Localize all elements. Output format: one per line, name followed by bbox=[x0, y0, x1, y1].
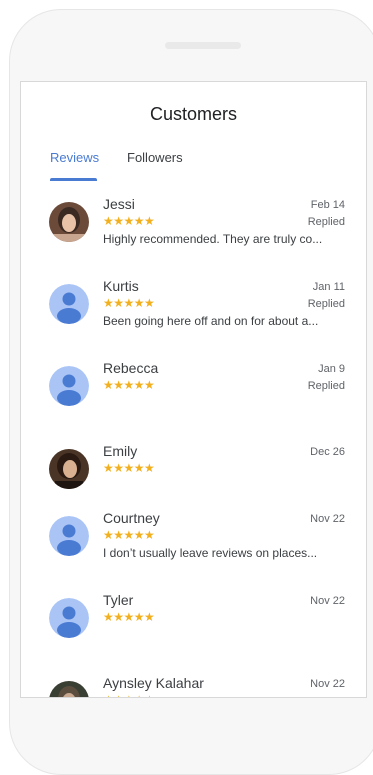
replied-status: Replied bbox=[307, 380, 345, 392]
review-item-courtney[interactable]: Courtney Nov 22 ★★★★★ I don’t usually le… bbox=[21, 510, 366, 580]
review-item-tyler[interactable]: Tyler Nov 22 ★★★★★ bbox=[21, 592, 366, 662]
review-date: Nov 22 bbox=[310, 513, 345, 525]
reviewer-name: Aynsley Kalahar bbox=[103, 675, 204, 691]
star-rating: ★★★★★ bbox=[103, 214, 155, 228]
active-tab-indicator bbox=[50, 178, 97, 181]
tab-reviews[interactable]: Reviews bbox=[50, 150, 99, 165]
avatar-jessi bbox=[49, 202, 89, 242]
star-rating: ★★★★★ bbox=[103, 610, 155, 624]
reviewer-name: Kurtis bbox=[103, 278, 139, 294]
review-snippet: Highly recommended. They are truly co... bbox=[103, 232, 323, 246]
review-snippet: I don’t usually leave reviews on places.… bbox=[103, 546, 318, 560]
reviewer-name: Rebecca bbox=[103, 360, 159, 376]
default-person-icon bbox=[49, 598, 89, 638]
default-person-icon bbox=[49, 284, 89, 324]
review-item-aynsley[interactable]: Aynsley Kalahar Nov 22 ★★★★★ bbox=[21, 675, 366, 697]
app-screen: Customers Reviews Followers Jessi Feb 14… bbox=[20, 81, 367, 698]
reviewer-name: Tyler bbox=[103, 592, 134, 608]
reviewer-name: Jessi bbox=[103, 196, 135, 212]
reviewer-name: Courtney bbox=[103, 510, 160, 526]
star-rating: ★★★★★ bbox=[103, 528, 155, 542]
review-snippet: Been going here off and on for about a..… bbox=[103, 314, 319, 328]
default-person-icon bbox=[49, 366, 89, 406]
avatar-aynsley bbox=[49, 681, 89, 697]
replied-status: Replied bbox=[307, 298, 345, 310]
review-item-kurtis[interactable]: Kurtis Jan 11 ★★★★★ Replied Been going h… bbox=[21, 278, 366, 348]
review-item-rebecca[interactable]: Rebecca Jan 9 ★★★★★ Replied bbox=[21, 360, 366, 430]
review-item-jessi[interactable]: Jessi Feb 14 ★★★★★ Replied Highly recomm… bbox=[21, 196, 366, 266]
review-date: Jan 11 bbox=[312, 281, 345, 293]
tab-bar: Reviews Followers bbox=[21, 150, 366, 180]
star-rating: ★★★★★ bbox=[103, 693, 155, 697]
review-date: Nov 22 bbox=[310, 678, 345, 690]
star-rating: ★★★★★ bbox=[103, 296, 155, 310]
review-date: Feb 14 bbox=[310, 199, 345, 211]
avatar-emily bbox=[49, 449, 89, 489]
review-item-emily[interactable]: Emily Dec 26 ★★★★★ bbox=[21, 443, 366, 513]
page-title: Customers bbox=[149, 104, 238, 124]
star-rating: ★★★★★ bbox=[103, 461, 155, 475]
reviewer-name: Emily bbox=[103, 443, 138, 459]
replied-status: Replied bbox=[307, 216, 345, 228]
review-date: Nov 22 bbox=[310, 595, 345, 607]
tab-followers[interactable]: Followers bbox=[127, 150, 183, 165]
review-date: Jan 9 bbox=[318, 363, 345, 375]
phone-speaker bbox=[165, 42, 241, 49]
star-rating: ★★★★★ bbox=[103, 378, 155, 392]
review-date: Dec 26 bbox=[310, 446, 345, 458]
default-person-icon bbox=[49, 516, 89, 556]
